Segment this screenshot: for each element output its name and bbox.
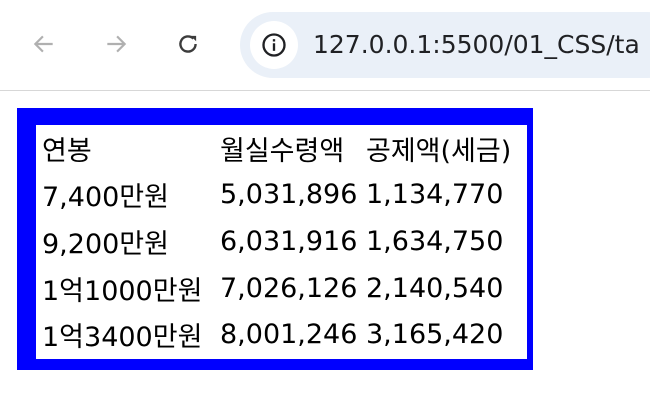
- salary-table-container: 연봉 월실수령액 공제액(세금) 7,400만원 5,031,896 1,134…: [36, 125, 527, 359]
- url-text[interactable]: 127.0.0.1:5500/01_CSS/ta: [313, 31, 640, 59]
- browser-toolbar: 127.0.0.1:5500/01_CSS/ta: [0, 0, 650, 91]
- cell-deduction: 1,634,750: [366, 225, 504, 257]
- cell-annual-salary: 9,200만원: [42, 228, 169, 260]
- header-deduction: 공제액(세금): [366, 135, 512, 167]
- cell-monthly-take-home: 6,031,916: [220, 225, 358, 257]
- salary-table: 연봉 월실수령액 공제액(세금) 7,400만원 5,031,896 1,134…: [36, 125, 526, 358]
- back-button[interactable]: [22, 22, 66, 66]
- header-annual-salary: 연봉: [42, 135, 92, 167]
- forward-arrow-icon: [107, 35, 127, 53]
- table-row: 1억1000만원 7,026,126 2,140,540: [36, 265, 526, 312]
- cell-deduction: 1,134,770: [366, 179, 504, 211]
- cell-monthly-take-home: 7,026,126: [220, 272, 358, 304]
- site-info-button[interactable]: [250, 21, 298, 69]
- table-row: 9,200만원 6,031,916 1,634,750: [36, 218, 526, 265]
- cell-monthly-take-home: 5,031,896: [220, 179, 358, 211]
- cell-deduction: 3,165,420: [366, 319, 504, 351]
- header-monthly-take-home: 월실수령액: [220, 135, 345, 167]
- table-row: 1억3400만원 8,001,246 3,165,420: [36, 311, 526, 358]
- reload-button[interactable]: [166, 22, 210, 66]
- back-arrow-icon: [33, 35, 53, 53]
- table-row: 7,400만원 5,031,896 1,134,770: [36, 172, 526, 219]
- site-info-icon: [262, 33, 286, 57]
- cell-monthly-take-home: 8,001,246: [220, 319, 358, 351]
- cell-deduction: 2,140,540: [366, 272, 504, 304]
- cell-annual-salary: 1억3400만원: [42, 322, 203, 354]
- cell-annual-salary: 1억1000만원: [42, 275, 203, 307]
- reload-icon: [179, 35, 197, 53]
- address-bar[interactable]: 127.0.0.1:5500/01_CSS/ta: [240, 12, 650, 78]
- table-header-row: 연봉 월실수령액 공제액(세금): [36, 125, 526, 172]
- forward-button[interactable]: [94, 22, 138, 66]
- salary-table-border: 연봉 월실수령액 공제액(세금) 7,400만원 5,031,896 1,134…: [17, 108, 533, 370]
- cell-annual-salary: 7,400만원: [42, 182, 169, 214]
